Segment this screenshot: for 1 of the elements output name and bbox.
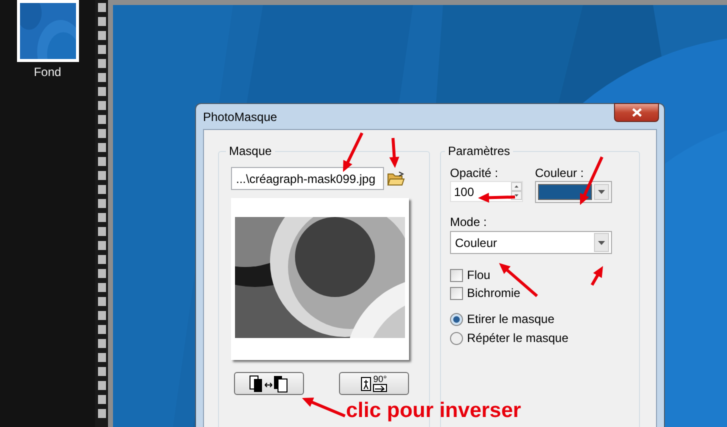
layer-item[interactable]: Fond [16,0,78,79]
